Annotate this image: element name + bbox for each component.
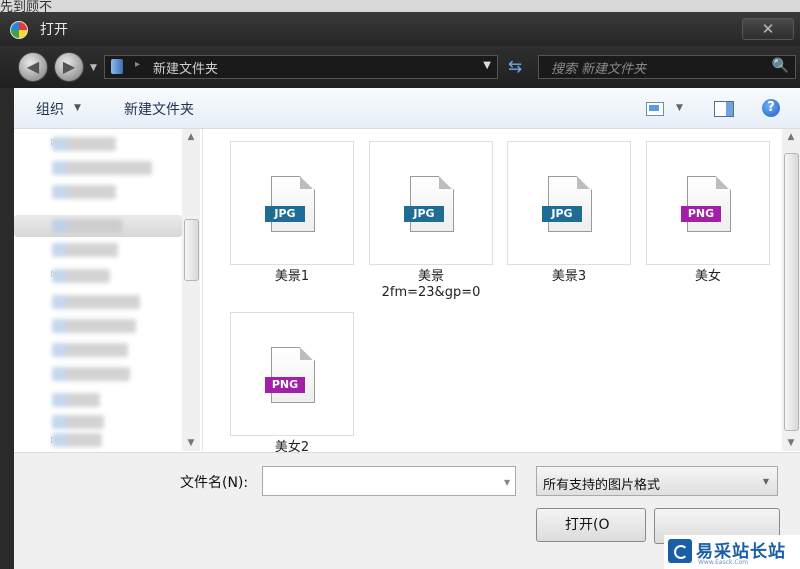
file-name-line-1: 美景 xyxy=(417,269,444,284)
scroll-thumb[interactable] xyxy=(184,219,199,281)
page-fold xyxy=(300,347,313,360)
navigation-pane: ▷ ▷ ▷ xyxy=(14,129,203,451)
file-list-scrollbar[interactable]: ▲ ▼ xyxy=(782,129,800,451)
open-button[interactable]: 打开(O xyxy=(536,508,646,542)
app-icon xyxy=(10,21,28,39)
scroll-up-icon[interactable]: ▲ xyxy=(182,129,200,145)
navigation-bar: ◀ ▶ ▼ ▸ 新建文件夹 ▼ ⇆ 搜索 新建文件夹 🔍 xyxy=(0,46,800,88)
preview-pane-icon[interactable] xyxy=(714,101,734,117)
navigation-pane-scrollbar[interactable]: ▲ ▼ xyxy=(182,129,200,451)
file-type-filter-select[interactable]: 所有支持的图片格式 ▼ xyxy=(536,466,778,496)
search-input[interactable]: 搜索 新建文件夹 🔍 xyxy=(538,55,796,79)
page-fold xyxy=(300,176,313,189)
file-item[interactable]: PNG 美女 xyxy=(646,141,770,285)
scroll-down-icon[interactable]: ▼ xyxy=(782,435,800,451)
nav-tree-item[interactable] xyxy=(52,295,140,309)
background-window-strip: 先到顾不 xyxy=(0,0,800,15)
help-icon[interactable]: ? xyxy=(762,99,780,117)
file-type-badge: JPG xyxy=(265,206,305,222)
nav-tree-item[interactable] xyxy=(52,219,122,233)
watermark-logo-icon xyxy=(668,539,692,563)
file-name: 美景3 xyxy=(551,269,587,284)
file-item[interactable]: JPG 美景3 xyxy=(507,141,631,285)
file-list: JPG 美景1 JPG 美景 2fm=23&gp=0 JPG 美景3 PNG 美… xyxy=(203,129,781,455)
filename-label: 文件名(N): xyxy=(180,475,249,491)
page-fold xyxy=(716,176,729,189)
page-fold xyxy=(577,176,590,189)
nav-tree-item[interactable] xyxy=(52,319,136,333)
organize-button[interactable]: 组织 xyxy=(36,99,64,119)
file-thumbnail[interactable]: JPG xyxy=(230,141,354,265)
close-button[interactable]: ✕ xyxy=(742,18,794,40)
nav-tree-item[interactable] xyxy=(52,161,152,175)
dialog-content: 组织 ▼ 新建文件夹 ▼ ? ▷ ▷ ▷ xyxy=(14,88,800,569)
back-button[interactable]: ◀ xyxy=(18,52,48,82)
file-type-badge: JPG xyxy=(542,206,582,222)
file-name: 美景 2fm=23&gp=0 xyxy=(369,269,493,301)
title-bar: 打开 ✕ xyxy=(0,12,800,46)
file-thumbnail[interactable]: JPG xyxy=(507,141,631,265)
filename-input[interactable] xyxy=(262,466,516,496)
nav-tree-item[interactable] xyxy=(52,367,130,381)
file-thumbnail[interactable]: JPG xyxy=(369,141,493,265)
filename-dropdown-icon[interactable]: ▼ xyxy=(504,478,510,487)
file-type-badge: PNG xyxy=(265,377,305,393)
search-placeholder: 搜索 新建文件夹 xyxy=(551,62,647,77)
file-thumbnail[interactable]: PNG xyxy=(646,141,770,265)
open-file-dialog: 先到顾不 打开 ✕ ◀ ▶ ▼ ▸ 新建文件夹 ▼ ⇆ 搜索 新建文件夹 🔍 组… xyxy=(0,0,800,569)
scroll-up-icon[interactable]: ▲ xyxy=(782,129,800,145)
file-type-badge: JPG xyxy=(404,206,444,222)
nav-tree-item[interactable] xyxy=(52,243,118,257)
scroll-thumb[interactable] xyxy=(784,153,799,431)
change-view-icon[interactable] xyxy=(646,102,664,116)
breadcrumb-current-folder[interactable]: 新建文件夹 xyxy=(153,58,218,77)
nav-tree-item[interactable] xyxy=(52,185,116,199)
file-item[interactable]: PNG 美女2 xyxy=(230,312,354,456)
page-fold xyxy=(439,176,452,189)
address-dropdown-icon[interactable]: ▼ xyxy=(483,60,491,71)
scroll-down-icon[interactable]: ▼ xyxy=(182,435,200,451)
nav-tree-item[interactable] xyxy=(52,433,102,447)
nav-tree-item[interactable] xyxy=(52,343,128,357)
nav-tree-item[interactable] xyxy=(52,137,116,151)
view-dropdown-icon[interactable]: ▼ xyxy=(676,103,683,113)
new-folder-button[interactable]: 新建文件夹 xyxy=(124,99,194,119)
watermark-subtext: Www.Easck.Com xyxy=(698,559,749,566)
filter-dropdown-icon[interactable]: ▼ xyxy=(763,477,769,486)
file-thumbnail[interactable]: PNG xyxy=(230,312,354,436)
file-type-filter-value: 所有支持的图片格式 xyxy=(543,478,661,493)
nav-tree-item[interactable] xyxy=(52,393,100,407)
folder-icon xyxy=(111,59,123,74)
file-type-badge: PNG xyxy=(681,206,721,222)
file-name: 美女 xyxy=(694,269,721,284)
file-name: 美景1 xyxy=(274,269,310,284)
forward-button[interactable]: ▶ xyxy=(54,52,84,82)
nav-tree-item[interactable] xyxy=(52,415,104,429)
file-item[interactable]: JPG 美景1 xyxy=(230,141,354,285)
file-name-line-2: 2fm=23&gp=0 xyxy=(381,285,481,300)
organize-dropdown-icon[interactable]: ▼ xyxy=(74,103,81,113)
address-bar[interactable]: ▸ 新建文件夹 ▼ xyxy=(104,55,498,79)
refresh-icon[interactable]: ⇆ xyxy=(502,56,528,78)
site-watermark: 易采站长站 Www.Easck.Com xyxy=(664,535,800,569)
file-item[interactable]: JPG 美景 2fm=23&gp=0 xyxy=(369,141,493,301)
nav-tree-item[interactable] xyxy=(52,269,110,283)
search-icon[interactable]: 🔍 xyxy=(772,58,789,74)
breadcrumb-separator-icon[interactable]: ▸ xyxy=(135,59,140,70)
window-title: 打开 xyxy=(40,22,68,38)
command-toolbar: 组织 ▼ 新建文件夹 ▼ ? xyxy=(14,88,800,129)
history-dropdown-icon[interactable]: ▼ xyxy=(90,63,97,73)
